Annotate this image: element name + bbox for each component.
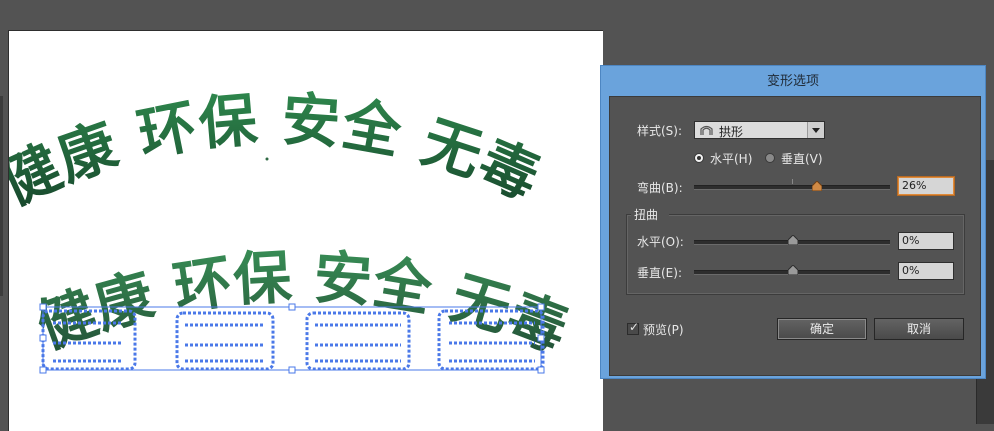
upper-arched-text[interactable]: 健康 环保 安全 无毒 xyxy=(9,85,550,218)
distort-horizontal-label: 水平(O): xyxy=(637,235,684,249)
horizontal-radio-label[interactable]: 水平(H) xyxy=(710,150,752,167)
handle-bottom-middle xyxy=(288,366,296,374)
distort-vertical-slider-thumb[interactable] xyxy=(788,265,798,275)
artboard[interactable]: 健康 环保 安全 无毒 健康 环保 安全 无毒 xyxy=(8,30,603,431)
lower-arched-text[interactable]: 健康 环保 安全 无毒 xyxy=(28,243,576,365)
style-select-value: 拱形 xyxy=(719,125,744,139)
bend-label: 弯曲(B): xyxy=(637,181,683,195)
handle-middle-left xyxy=(39,334,47,342)
chevron-down-icon[interactable] xyxy=(807,122,824,138)
style-select[interactable]: 拱形 xyxy=(694,121,825,139)
bend-slider-thumb[interactable] xyxy=(812,181,822,191)
dialog-body: 样式(S): 拱形 水平(H) 垂直(V) 弯曲(B): 26% 扭曲 水平(O… xyxy=(609,96,981,376)
bend-value-field[interactable]: 26% xyxy=(898,177,954,195)
handle-top-middle xyxy=(288,303,296,311)
bend-slider-track[interactable] xyxy=(694,185,890,190)
handle-bottom-right xyxy=(537,366,545,374)
lower-arched-text-path: 健康 环保 安全 无毒 xyxy=(28,243,576,365)
ok-button[interactable]: 确定 xyxy=(777,318,867,340)
style-label: 样式(S): xyxy=(637,124,683,138)
distort-vertical-label: 垂直(E): xyxy=(637,266,682,280)
distort-vertical-value-field[interactable]: 0% xyxy=(898,262,954,280)
handle-bottom-left xyxy=(39,366,47,374)
arch-icon xyxy=(700,125,713,135)
upper-arched-text-path: 健康 环保 安全 无毒 xyxy=(9,85,549,218)
warp-options-dialog: 变形选项 样式(S): 拱形 水平(H) 垂直(V) 弯曲(B): 26% 扭曲… xyxy=(600,65,986,379)
distortion-group-label: 扭曲 xyxy=(634,208,659,222)
artwork-center-dot xyxy=(265,157,269,161)
left-ruler xyxy=(0,96,3,296)
dialog-title[interactable]: 变形选项 xyxy=(601,66,985,96)
distort-horizontal-slider-thumb[interactable] xyxy=(788,235,798,245)
bend-slider-center-tick xyxy=(792,179,793,184)
vertical-radio[interactable] xyxy=(765,153,775,163)
artwork-canvas: 健康 环保 安全 无毒 健康 环保 安全 无毒 xyxy=(9,85,577,374)
distort-horizontal-value-field[interactable]: 0% xyxy=(898,232,954,250)
handle-middle-right xyxy=(537,334,545,342)
preview-checkbox[interactable]: ✓ xyxy=(627,320,640,335)
handle-top-right xyxy=(537,303,545,311)
cancel-button[interactable]: 取消 xyxy=(874,318,964,340)
distortion-group xyxy=(626,214,965,295)
preview-label[interactable]: 预览(P) xyxy=(643,321,684,338)
horizontal-radio[interactable] xyxy=(694,153,704,163)
checkmark-icon: ✓ xyxy=(629,320,640,334)
vertical-radio-label[interactable]: 垂直(V) xyxy=(781,150,823,167)
handle-top-left xyxy=(39,303,47,311)
